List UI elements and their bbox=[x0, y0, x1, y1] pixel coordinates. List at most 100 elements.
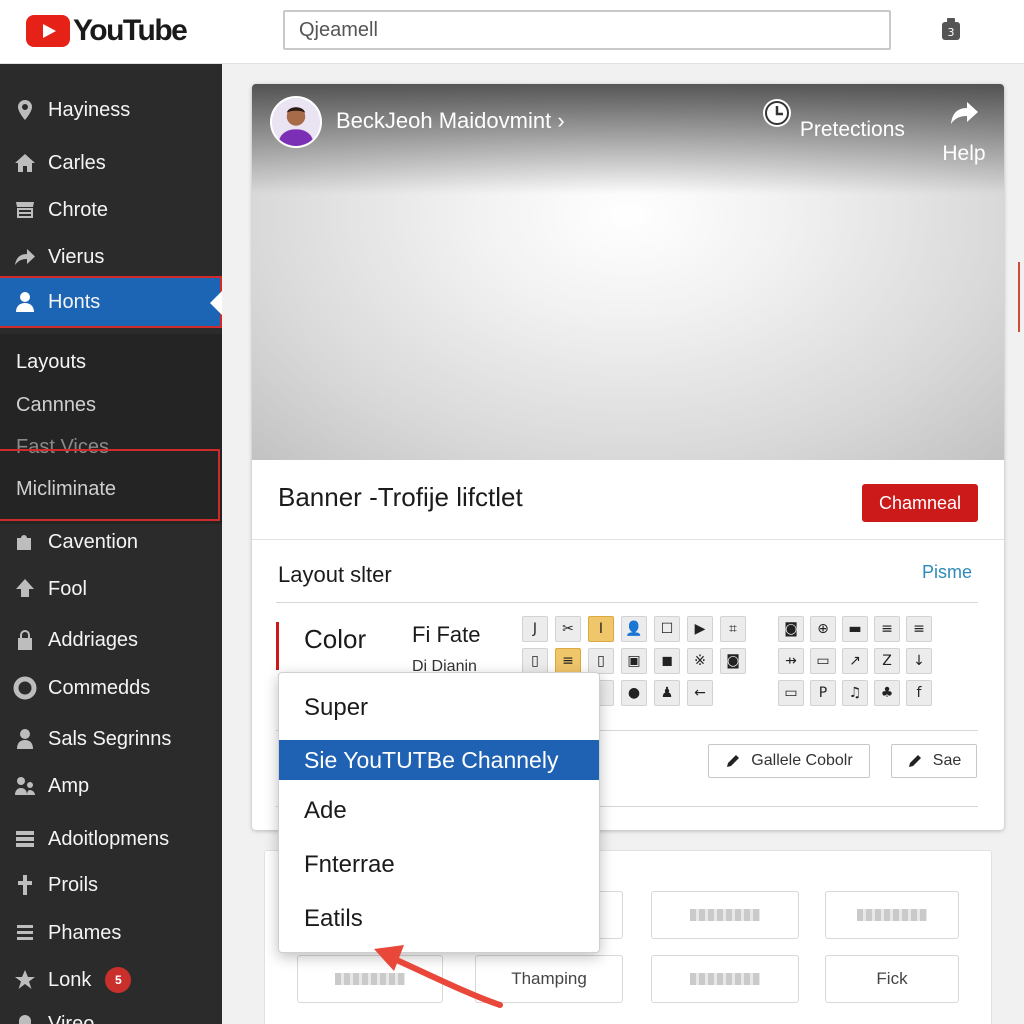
tile-label: Thamping bbox=[511, 969, 587, 988]
sidebar-item-chrote[interactable]: Chrote bbox=[0, 190, 222, 230]
dropdown-item-eatils[interactable]: Eatils bbox=[279, 899, 599, 939]
tool-button[interactable]: ⌗ bbox=[720, 616, 746, 642]
sidebar-item-honts[interactable]: Honts bbox=[0, 276, 222, 328]
pisme-link[interactable]: Pisme bbox=[922, 562, 972, 583]
sidebar-item-addriages[interactable]: Addriages bbox=[0, 620, 222, 660]
home-icon bbox=[0, 143, 48, 183]
user-icon bbox=[0, 719, 48, 759]
save-button[interactable]: Sae bbox=[891, 744, 977, 778]
sidebar-item-commedds[interactable]: Commedds bbox=[0, 668, 222, 708]
tool-button[interactable]: ← bbox=[687, 680, 713, 706]
tool-button[interactable]: ▯ bbox=[522, 648, 548, 674]
sidebar-item-sals-segrinns[interactable]: Sals Segrinns bbox=[0, 719, 222, 759]
sidebar-item-hayiness[interactable]: Hayiness bbox=[0, 90, 222, 130]
channel-name[interactable]: BeckJeoh Maidovmint › bbox=[336, 108, 565, 134]
tool-button[interactable]: ☐ bbox=[654, 616, 680, 642]
sidebar-item-cavention[interactable]: Cavention bbox=[0, 522, 222, 562]
tool-button[interactable]: ↓ bbox=[906, 648, 932, 674]
tool-button[interactable]: ▣ bbox=[621, 648, 647, 674]
sidebar-item-lonk[interactable]: Lonk 5 bbox=[0, 960, 222, 1000]
tool-button[interactable]: I bbox=[588, 616, 614, 642]
gallery-color-button[interactable]: Gallele Cobolr bbox=[708, 744, 870, 778]
tool-button[interactable]: f bbox=[906, 680, 932, 706]
channel-banner[interactable]: BeckJeoh Maidovmint › Pretections Help bbox=[252, 84, 1004, 460]
sidebar-item-label: Hayiness bbox=[48, 98, 131, 121]
dropdown-item-ade[interactable]: Ade bbox=[279, 791, 599, 831]
channel-button[interactable]: Chamneal bbox=[862, 484, 978, 522]
dropdown-menu: Super Sie YouTUTBe Channely Ade Fnterrae… bbox=[278, 672, 600, 953]
blurred-text bbox=[857, 909, 927, 921]
sidebar-subitem-cannnes[interactable]: Cannnes bbox=[16, 394, 96, 417]
tile-label: Fick bbox=[876, 969, 908, 988]
pointer-arrow-icon bbox=[374, 945, 503, 1008]
tile[interactable] bbox=[651, 955, 799, 1003]
tool-button[interactable]: ※ bbox=[687, 648, 713, 674]
tool-button[interactable]: ◙ bbox=[720, 648, 746, 674]
tool-button[interactable]: ◼ bbox=[654, 648, 680, 674]
ring-icon bbox=[0, 668, 48, 708]
tool-button[interactable]: ≡ bbox=[555, 648, 581, 674]
dropdown-item-fnterrae[interactable]: Fnterrae bbox=[279, 845, 599, 885]
row-marker bbox=[276, 622, 279, 670]
sidebar-item-vireo[interactable]: Vireo bbox=[0, 1004, 222, 1024]
tool-button[interactable]: ▬ bbox=[842, 616, 868, 642]
sidebar-item-label: Phames bbox=[48, 921, 122, 944]
search-input[interactable] bbox=[285, 12, 889, 48]
sidebar-subitem-layouts[interactable]: Layouts bbox=[16, 351, 86, 374]
tool-button[interactable]: ⊕ bbox=[810, 616, 836, 642]
sidebar-item-label: Chrote bbox=[48, 198, 109, 221]
tool-button[interactable]: ≡ bbox=[874, 616, 900, 642]
sidebar-item-label: Honts bbox=[48, 290, 101, 313]
sidebar-item-label: Cavention bbox=[48, 530, 139, 553]
tool-button[interactable]: ≡ bbox=[906, 616, 932, 642]
dropdown-item-super[interactable]: Super bbox=[279, 688, 599, 728]
tile[interactable] bbox=[651, 891, 799, 939]
dropdown-item-selected[interactable]: Sie YouTUTBe Channely bbox=[279, 740, 599, 780]
sidebar-item-phames[interactable]: Phames bbox=[0, 913, 222, 953]
sidebar-item-label: Proils bbox=[48, 873, 99, 896]
tool-button[interactable]: J bbox=[522, 616, 548, 642]
tool-button[interactable]: ▶ bbox=[687, 616, 713, 642]
help-button[interactable]: Help bbox=[924, 96, 1004, 166]
youtube-logo[interactable]: YouTube bbox=[26, 14, 188, 48]
tool-button[interactable]: ⇸ bbox=[778, 648, 804, 674]
color-label: Color bbox=[304, 624, 367, 654]
tool-button[interactable]: P bbox=[810, 680, 836, 706]
sidebar-item-proils[interactable]: Proils bbox=[0, 865, 222, 905]
tool-button[interactable]: ♣ bbox=[874, 680, 900, 706]
gallery-color-label: Gallele Cobolr bbox=[751, 752, 853, 769]
help-label: Help bbox=[942, 142, 986, 165]
sidebar-item-label: Commedds bbox=[48, 676, 151, 699]
tool-button[interactable]: 👤 bbox=[621, 616, 647, 642]
sidebar-item-fool[interactable]: Fool bbox=[0, 569, 222, 609]
protections-label: Pretections bbox=[799, 118, 905, 141]
tool-button[interactable]: ✂ bbox=[555, 616, 581, 642]
avatar[interactable] bbox=[270, 96, 322, 148]
tool-button[interactable]: Z bbox=[874, 648, 900, 674]
tool-button[interactable]: ◙ bbox=[778, 616, 804, 642]
tile[interactable] bbox=[825, 891, 959, 939]
sidebar-item-label: Addriages bbox=[48, 628, 139, 651]
lock-icon bbox=[0, 620, 48, 660]
logo-text: YouTube bbox=[73, 14, 188, 47]
sidebar-item-vierus[interactable]: Vierus bbox=[0, 237, 222, 277]
sidebar-item-label: Vierus bbox=[48, 245, 105, 268]
sidebar-item-amp[interactable]: Amp bbox=[0, 766, 222, 806]
tool-button[interactable]: ● bbox=[621, 680, 647, 706]
protections-button[interactable]: Pretections bbox=[760, 96, 905, 142]
blurred-text bbox=[690, 909, 760, 921]
tool-button[interactable]: ♫ bbox=[842, 680, 868, 706]
font-value[interactable]: Fi Fate bbox=[412, 622, 480, 648]
tool-button[interactable]: ▭ bbox=[810, 648, 836, 674]
tool-button[interactable]: ♟ bbox=[654, 680, 680, 706]
upload-video-icon[interactable]: 3 bbox=[938, 16, 964, 44]
upload-icon bbox=[0, 569, 48, 609]
tool-button[interactable]: ↗ bbox=[842, 648, 868, 674]
tile-fick[interactable]: Fick bbox=[825, 955, 959, 1003]
person-icon bbox=[0, 282, 48, 322]
search-box[interactable] bbox=[283, 10, 891, 50]
sidebar-item-carles[interactable]: Carles bbox=[0, 143, 222, 183]
sidebar-item-adoitlopmens[interactable]: Adoitlopmens bbox=[0, 819, 222, 859]
tool-button[interactable]: ▭ bbox=[778, 680, 804, 706]
tool-button[interactable]: ▯ bbox=[588, 648, 614, 674]
